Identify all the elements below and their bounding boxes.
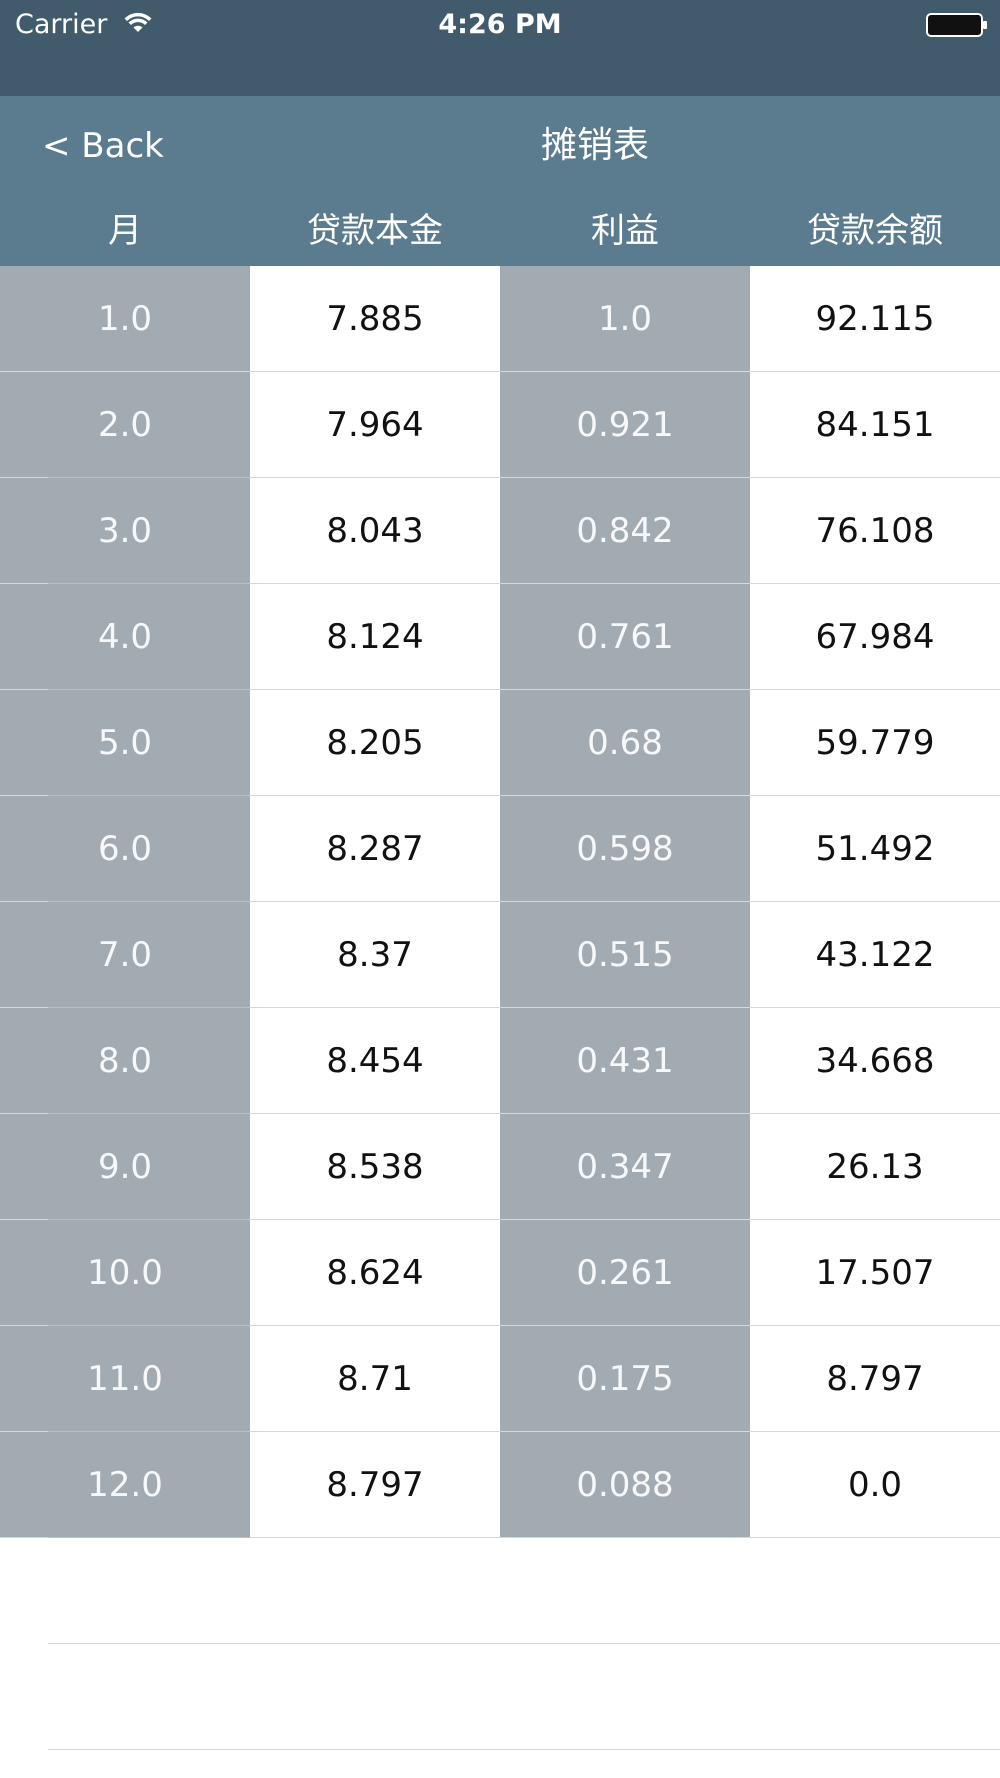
interest-cell: 0.921 (500, 372, 750, 478)
table-row[interactable]: 10.0 8.624 0.261 17.507 (0, 1220, 1000, 1326)
navigation-bar: < Back 摊销表 月 贷款本金 利益 贷款余额 (0, 96, 1000, 266)
column-header-balance: 贷款余额 (807, 211, 943, 251)
empty-row (0, 1538, 1000, 1644)
status-time: 4:26 PM (438, 9, 562, 40)
balance-cell: 43.122 (750, 902, 1000, 1008)
month-cell: 12.0 (0, 1432, 250, 1538)
month-cell: 7.0 (0, 902, 250, 1008)
principal-cell: 7.885 (250, 266, 500, 372)
principal-cell: 8.287 (250, 796, 500, 902)
table-row[interactable]: 4.0 8.124 0.761 67.984 (0, 584, 1000, 690)
principal-cell: 8.043 (250, 478, 500, 584)
month-cell: 1.0 (0, 266, 250, 372)
balance-cell: 51.492 (750, 796, 1000, 902)
principal-cell: 7.964 (250, 372, 500, 478)
balance-cell: 92.115 (750, 266, 1000, 372)
table-row[interactable]: 9.0 8.538 0.347 26.13 (0, 1114, 1000, 1220)
column-header-principal: 贷款本金 (307, 211, 443, 251)
status-bar: Carrier 4:26 PM (0, 0, 1000, 96)
principal-cell: 8.71 (250, 1326, 500, 1432)
balance-cell: 76.108 (750, 478, 1000, 584)
interest-cell: 0.761 (500, 584, 750, 690)
interest-cell: 0.261 (500, 1220, 750, 1326)
interest-cell: 1.0 (500, 266, 750, 372)
principal-cell: 8.797 (250, 1432, 500, 1538)
interest-cell: 0.842 (500, 478, 750, 584)
table-row[interactable]: 6.0 8.287 0.598 51.492 (0, 796, 1000, 902)
balance-cell: 34.668 (750, 1008, 1000, 1114)
back-button[interactable]: < Back (42, 122, 164, 170)
column-header-interest: 利益 (591, 211, 659, 251)
principal-cell: 8.124 (250, 584, 500, 690)
month-cell: 5.0 (0, 690, 250, 796)
column-header-month: 月 (108, 211, 142, 251)
month-cell: 4.0 (0, 584, 250, 690)
month-cell: 8.0 (0, 1008, 250, 1114)
balance-cell: 17.507 (750, 1220, 1000, 1326)
empty-row (0, 1644, 1000, 1750)
table-row[interactable]: 8.0 8.454 0.431 34.668 (0, 1008, 1000, 1114)
table-row[interactable]: 12.0 8.797 0.088 0.0 (0, 1432, 1000, 1538)
balance-cell: 8.797 (750, 1326, 1000, 1432)
table-row[interactable]: 5.0 8.205 0.68 59.779 (0, 690, 1000, 796)
table-row[interactable]: 3.0 8.043 0.842 76.108 (0, 478, 1000, 584)
month-cell: 2.0 (0, 372, 250, 478)
principal-cell: 8.624 (250, 1220, 500, 1326)
month-cell: 9.0 (0, 1114, 250, 1220)
principal-cell: 8.454 (250, 1008, 500, 1114)
principal-cell: 8.37 (250, 902, 500, 1008)
table-row[interactable]: 11.0 8.71 0.175 8.797 (0, 1326, 1000, 1432)
table-header: 月 贷款本金 利益 贷款余额 (0, 206, 1000, 256)
principal-cell: 8.205 (250, 690, 500, 796)
battery-icon (926, 13, 987, 37)
interest-cell: 0.598 (500, 796, 750, 902)
interest-cell: 0.431 (500, 1008, 750, 1114)
month-cell: 6.0 (0, 796, 250, 902)
interest-cell: 0.347 (500, 1114, 750, 1220)
month-cell: 10.0 (0, 1220, 250, 1326)
balance-cell: 67.984 (750, 584, 1000, 690)
interest-cell: 0.175 (500, 1326, 750, 1432)
balance-cell: 84.151 (750, 372, 1000, 478)
table-row[interactable]: 1.0 7.885 1.0 92.115 (0, 266, 1000, 372)
amortization-table[interactable]: 1.0 7.885 1.0 92.115 2.0 7.964 0.921 84.151 3.0 8… (0, 266, 1000, 1750)
interest-cell: 0.088 (500, 1432, 750, 1538)
interest-cell: 0.68 (500, 690, 750, 796)
principal-cell: 8.538 (250, 1114, 500, 1220)
month-cell: 3.0 (0, 478, 250, 584)
interest-cell: 0.515 (500, 902, 750, 1008)
balance-cell: 59.779 (750, 690, 1000, 796)
screen: Carrier 4:26 PM < Back 摊销表 月 贷款本金 利益 贷款余… (0, 0, 1000, 1778)
table-row[interactable]: 7.0 8.37 0.515 43.122 (0, 902, 1000, 1008)
balance-cell: 26.13 (750, 1114, 1000, 1220)
table-row[interactable]: 2.0 7.964 0.921 84.151 (0, 372, 1000, 478)
balance-cell: 0.0 (750, 1432, 1000, 1538)
month-cell: 11.0 (0, 1326, 250, 1432)
